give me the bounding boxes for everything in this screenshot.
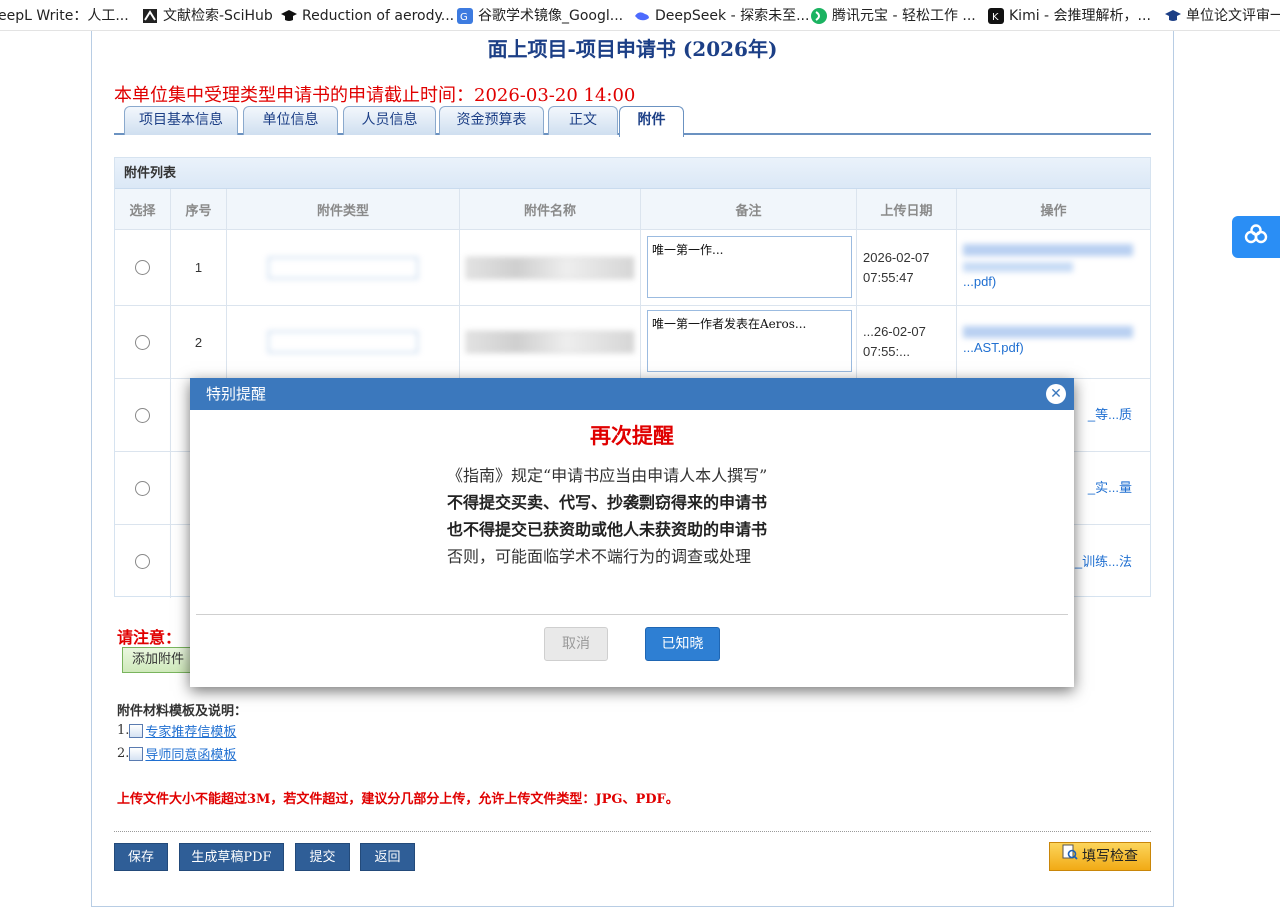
bookmark-label: 谷歌学术镜像_Googl...	[478, 8, 624, 24]
bookmark-label: DeepSeek - 探索未至...	[655, 8, 810, 24]
close-icon[interactable]: ✕	[1046, 384, 1066, 404]
svg-text:K: K	[992, 12, 999, 23]
whale-icon	[634, 8, 650, 24]
graduation-cap-icon	[1165, 8, 1181, 24]
bookmark-paper-review[interactable]: 单位论文评审一	[1165, 6, 1280, 26]
acknowledge-button[interactable]: 已知晓	[645, 627, 720, 661]
dialog-text-line: 否则，可能面临学术不端行为的调查或处理	[447, 547, 752, 566]
graduation-cap-icon	[281, 8, 297, 24]
bookmark-reduction[interactable]: Reduction of aerody...	[281, 6, 454, 26]
dialog-divider	[196, 614, 1068, 615]
dialog-text-line: 也不得提交已获资助或他人未获资助的申请书	[447, 520, 768, 539]
yuanbao-icon	[811, 8, 827, 24]
bookmarks-bar: eepL Write：人工... 文献检索-SciHub Reduction o…	[0, 0, 1280, 31]
bookmark-label: 文献检索-SciHub	[163, 8, 273, 24]
dialog-text-line: 不得提交买卖、代写、抄袭剽窃得来的申请书	[447, 493, 768, 512]
scihub-icon	[142, 8, 158, 24]
dialog-text-line: 《指南》规定“申请书应当由申请人本人撰写”	[447, 466, 768, 485]
dialog-header: 特别提醒 ✕	[190, 378, 1074, 410]
bookmark-google-scholar[interactable]: G 谷歌学术镜像_Googl...	[457, 6, 623, 26]
dialog-header-title: 特别提醒	[206, 385, 267, 403]
bookmark-label: eepL Write：人工...	[0, 8, 129, 24]
bookmark-deepl[interactable]: eepL Write：人工...	[0, 6, 129, 26]
special-reminder-dialog: 特别提醒 ✕ 再次提醒 《指南》规定“申请书应当由申请人本人撰写” 不得提交买卖…	[190, 378, 1074, 687]
cancel-button[interactable]: 取消	[544, 627, 608, 661]
bookmark-kimi[interactable]: K Kimi - 会推理解析，...	[988, 6, 1151, 26]
bookmark-scihub[interactable]: 文献检索-SciHub	[142, 6, 273, 26]
kimi-icon: K	[988, 8, 1004, 24]
bookmark-label: Kimi - 会推理解析，...	[1009, 8, 1151, 24]
bookmark-deepseek[interactable]: DeepSeek - 探索未至...	[634, 6, 809, 26]
bookmark-yuanbao[interactable]: 腾讯元宝 - 轻松工作 ...	[811, 6, 976, 26]
bookmark-label: 单位论文评审一	[1186, 8, 1280, 24]
bookmark-label: 腾讯元宝 - 轻松工作 ...	[832, 8, 976, 24]
bookmark-label: Reduction of aerody...	[302, 8, 455, 24]
scholar-icon: G	[457, 8, 473, 24]
dialog-title: 再次提醒	[590, 423, 674, 448]
svg-text:G: G	[460, 12, 468, 23]
